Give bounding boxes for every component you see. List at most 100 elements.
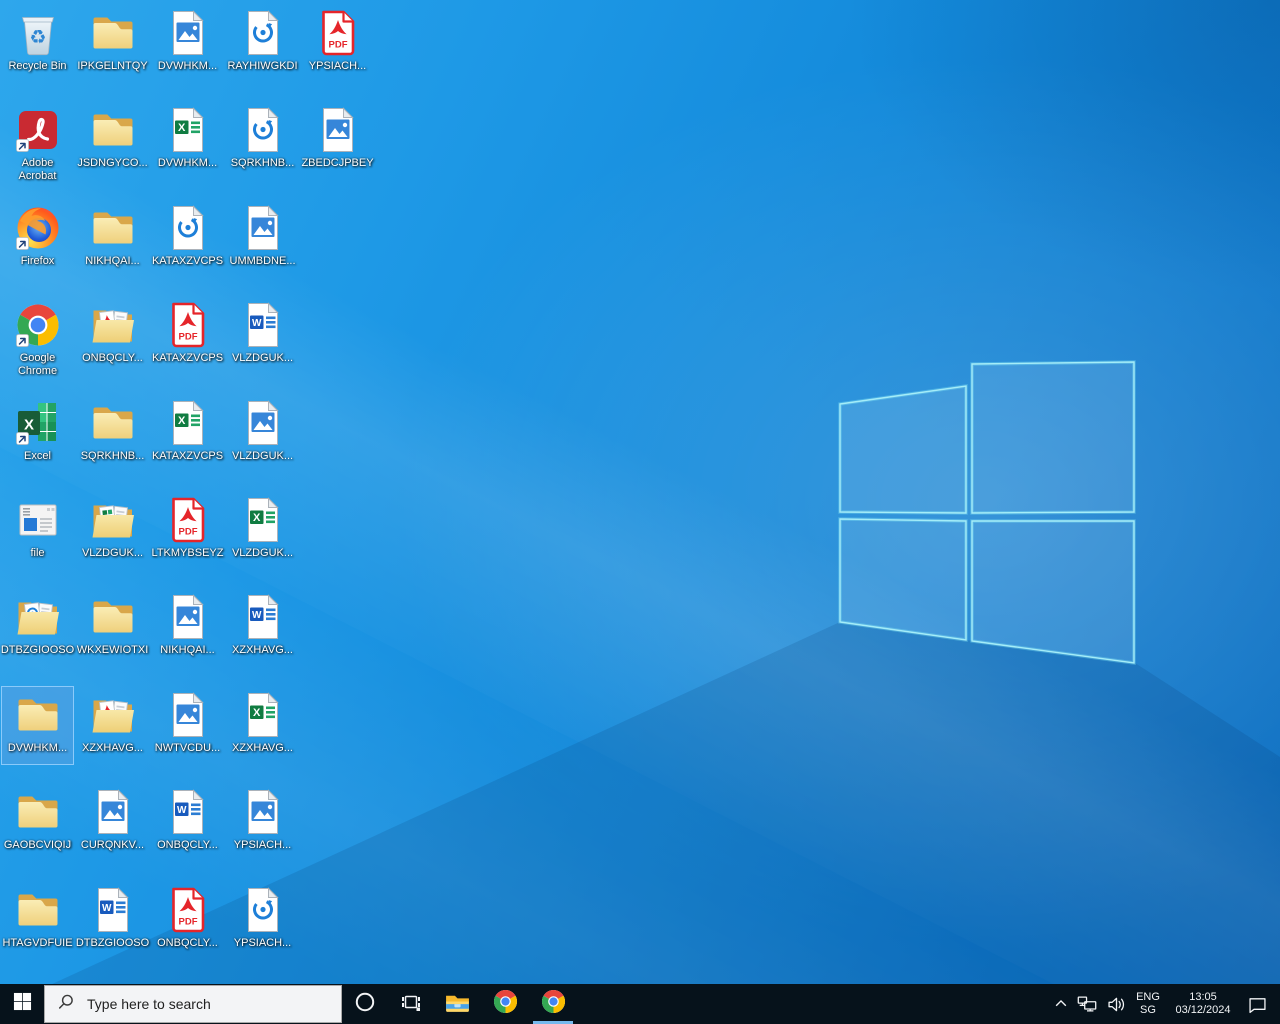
clock[interactable]: 13:05 03/12/2024 xyxy=(1166,984,1240,1024)
excel-kataxzvcps[interactable]: X KATAXZVCPS xyxy=(151,394,224,473)
icon-label: DVWHKM... xyxy=(158,157,217,170)
pdf-ltkmybseyz[interactable]: PDFLTKMYBSEYZ xyxy=(151,491,224,570)
image-nikhqai[interactable]: NIKHQAI... xyxy=(151,588,224,667)
app-file[interactable]: file xyxy=(1,491,74,570)
icon-label: Recycle Bin xyxy=(8,60,66,73)
start-button[interactable] xyxy=(0,984,44,1024)
media-rayhiwgkdi[interactable]: RAYHIWGKDI xyxy=(226,4,299,83)
icon-label: YPSIACH... xyxy=(309,60,366,73)
word-dtbzgiooso[interactable]: W DTBZGIOOSO xyxy=(76,881,149,960)
language-indicator[interactable]: ENG SG xyxy=(1130,984,1166,1024)
media-ypsiach[interactable]: YPSIACH... xyxy=(226,881,299,960)
folder-icon xyxy=(89,106,137,154)
icon-label: NIKHQAI... xyxy=(85,255,139,268)
excel-dvwhkm[interactable]: X DVWHKM... xyxy=(151,101,224,180)
folder-onbqcly-full[interactable]: ONBQCLY... xyxy=(76,296,149,375)
image-dvwhkm[interactable]: DVWHKM... xyxy=(151,4,224,83)
volume-tray-button[interactable] xyxy=(1102,984,1130,1024)
folder-xzxhavg-full[interactable]: XZXHAVG... xyxy=(76,686,149,765)
image-file-icon xyxy=(89,788,137,836)
icon-label: ONBQCLY... xyxy=(157,839,218,852)
word-file-icon: W xyxy=(239,301,287,349)
network-icon xyxy=(1076,993,1098,1015)
image-vlzdguk[interactable]: VLZDGUK... xyxy=(226,394,299,473)
chevron-up-icon xyxy=(1054,997,1068,1011)
folder-dvwhkm[interactable]: DVWHKM... xyxy=(1,686,74,765)
svg-text:W: W xyxy=(251,318,261,329)
app-excel[interactable]: X Excel xyxy=(1,394,74,473)
volume-icon xyxy=(1106,994,1127,1015)
folder-ipkgelntqy[interactable]: IPKGELNTQY xyxy=(76,4,149,83)
app-adobe-acrobat[interactable]: Adobe Acrobat xyxy=(1,101,74,184)
pdf-onbqcly[interactable]: PDFONBQCLY... xyxy=(151,881,224,960)
word-onbqcly[interactable]: W ONBQCLY... xyxy=(151,783,224,862)
icon-label: CURQNKV... xyxy=(81,839,144,852)
file-explorer-button[interactable] xyxy=(434,984,480,1024)
word-vlzdguk[interactable]: W VLZDGUK... xyxy=(226,296,299,375)
disc-file-icon xyxy=(239,106,287,154)
icon-label: SQRKHNB... xyxy=(81,450,145,463)
recycle-bin[interactable]: ♻Recycle Bin xyxy=(1,4,74,83)
app-firefox[interactable]: Firefox xyxy=(1,199,74,278)
image-file-icon xyxy=(314,106,362,154)
excel-app-icon: X xyxy=(14,399,62,447)
tray-time: 13:05 xyxy=(1175,991,1230,1004)
cortana-button[interactable] xyxy=(342,984,388,1024)
icon-label: KATAXZVCPS xyxy=(152,255,223,268)
icon-label: DTBZGIOOSO xyxy=(76,937,149,950)
disc-file-icon xyxy=(239,886,287,934)
image-curqnkv[interactable]: CURQNKV... xyxy=(76,783,149,862)
icon-label: VLZDGUK... xyxy=(232,547,293,560)
excel-file-icon: X xyxy=(164,106,212,154)
image-ummbdne[interactable]: UMMBDNE... xyxy=(226,199,299,278)
excel-xzxhavg[interactable]: X XZXHAVG... xyxy=(226,686,299,765)
icon-label: WKXEWIOTXI xyxy=(77,644,149,657)
search-icon xyxy=(57,993,75,1016)
icon-label: HTAGVDFUIE xyxy=(2,937,72,950)
folder-wkxewiotxi[interactable]: WKXEWIOTXI xyxy=(76,588,149,667)
taskbar-search[interactable] xyxy=(44,985,342,1023)
file-explorer-icon xyxy=(444,988,471,1020)
svg-text:W: W xyxy=(101,903,111,914)
folder-icon xyxy=(14,788,62,836)
image-zbedcjpbey[interactable]: ZBEDCJPBEY xyxy=(301,101,374,180)
network-tray-button[interactable] xyxy=(1072,984,1102,1024)
desktop-icon-grid: ♻Recycle Bin IPKGELNTQY DVWHKM... RAYHIW… xyxy=(0,0,1280,1024)
media-sqrkhnb[interactable]: SQRKHNB... xyxy=(226,101,299,180)
app-google-chrome[interactable]: Google Chrome xyxy=(1,296,74,379)
pdf-file-icon: PDF xyxy=(314,9,362,57)
word-xzxhavg[interactable]: W XZXHAVG... xyxy=(226,588,299,667)
folder-vlzdguk-full[interactable]: VLZDGUK... xyxy=(76,491,149,570)
icon-label: ZBEDCJPBEY xyxy=(301,157,373,170)
chrome-app-icon xyxy=(14,301,62,349)
folder-full-disc-icon xyxy=(14,593,62,641)
icon-label: DVWHKM... xyxy=(158,60,217,73)
icon-label: KATAXZVCPS xyxy=(152,450,223,463)
action-center-button[interactable] xyxy=(1240,984,1274,1024)
acrobat-app-icon xyxy=(14,106,62,154)
image-nwtvcdu[interactable]: NWTVCDU... xyxy=(151,686,224,765)
svg-text:PDF: PDF xyxy=(328,40,347,51)
pdf-kataxzvcps[interactable]: PDFKATAXZVCPS xyxy=(151,296,224,375)
chrome-icon xyxy=(492,988,519,1020)
folder-jsdngyco[interactable]: JSDNGYCO... xyxy=(76,101,149,180)
folder-nikhqai[interactable]: NIKHQAI... xyxy=(76,199,149,278)
chrome-button[interactable] xyxy=(482,984,528,1024)
media-kataxzvcps[interactable]: KATAXZVCPS xyxy=(151,199,224,278)
language-code: ENG xyxy=(1136,991,1160,1004)
hidden-icons-button[interactable] xyxy=(1050,984,1072,1024)
folder-sqrkhnb[interactable]: SQRKHNB... xyxy=(76,394,149,473)
pdf-ypsiach[interactable]: PDF YPSIACH... xyxy=(301,4,374,83)
search-input[interactable] xyxy=(85,995,319,1013)
task-view-button[interactable] xyxy=(388,984,434,1024)
folder-htagvdfuie[interactable]: HTAGVDFUIE xyxy=(1,881,74,960)
folder-gaobcviqij[interactable]: GAOBCVIQIJ xyxy=(1,783,74,862)
svg-text:X: X xyxy=(23,417,33,434)
excel-vlzdguk[interactable]: X VLZDGUK... xyxy=(226,491,299,570)
icon-label: Excel xyxy=(24,450,51,463)
folder-full-pdf-icon xyxy=(89,691,137,739)
folder-dtbzgiooso-full[interactable]: DTBZGIOOSO xyxy=(1,588,74,667)
image-ypsiach[interactable]: YPSIACH... xyxy=(226,783,299,862)
icon-label: ONBQCLY... xyxy=(82,352,143,365)
chrome-button-active[interactable] xyxy=(530,984,576,1024)
